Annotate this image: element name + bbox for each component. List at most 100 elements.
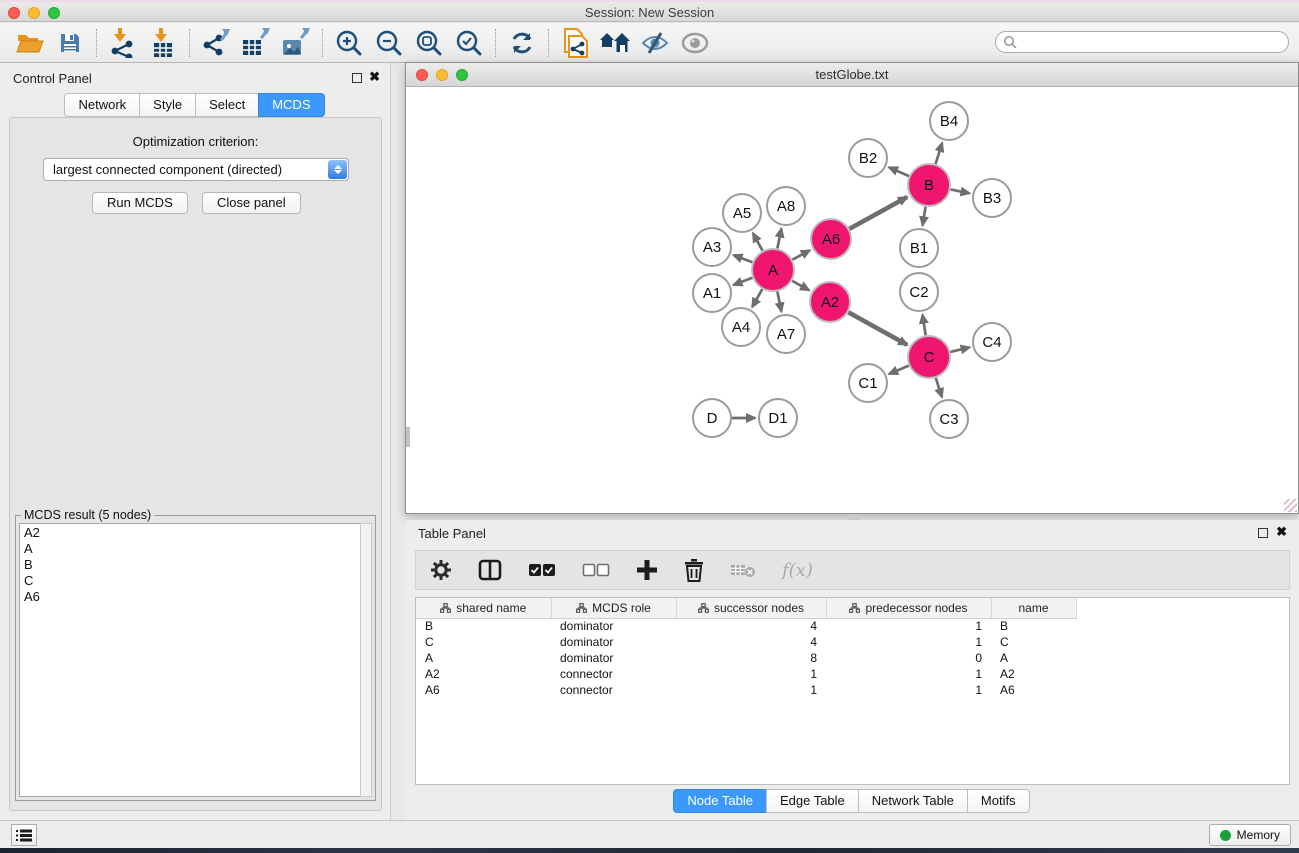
table-cell[interactable]: B	[416, 618, 551, 634]
home-icon[interactable]	[595, 26, 635, 60]
graph-edge-C-C4[interactable]	[950, 347, 969, 352]
graph-edge-A-A3[interactable]	[734, 255, 753, 262]
graph-edge-B-B4[interactable]	[936, 143, 943, 164]
table-row[interactable]: Bdominator41B	[416, 618, 1290, 634]
memory-button[interactable]: Memory	[1209, 824, 1291, 846]
search-input[interactable]	[1017, 35, 1267, 49]
graph-edge-A-A4[interactable]	[752, 289, 762, 307]
graph-edge-A-A6[interactable]	[792, 250, 809, 259]
graph-edge-B-B2[interactable]	[889, 167, 909, 176]
list-item[interactable]: A	[24, 541, 356, 557]
resize-grip-icon[interactable]	[1284, 499, 1297, 512]
list-item[interactable]: A6	[24, 589, 356, 605]
close-panel-button[interactable]: Close panel	[202, 192, 301, 214]
tab-edge-table[interactable]: Edge Table	[766, 789, 859, 813]
table-cell[interactable]: 1	[826, 618, 991, 634]
graph-edge-A2-C[interactable]	[848, 312, 907, 345]
table-cell[interactable]: A2	[991, 666, 1076, 682]
zoom-fit-icon[interactable]	[409, 26, 449, 60]
table-cell[interactable]: 1	[826, 634, 991, 650]
table-cell[interactable]: dominator	[551, 634, 676, 650]
function-builder-icon[interactable]: f(x)	[782, 560, 813, 581]
graph-edge-C-C3[interactable]	[936, 378, 942, 397]
add-column-icon[interactable]	[636, 559, 658, 581]
table-row[interactable]: Cdominator41C	[416, 634, 1290, 650]
network-document-icon[interactable]	[555, 26, 595, 60]
show-eye-icon[interactable]	[675, 26, 715, 60]
column-header-predecessor-nodes[interactable]: predecessor nodes	[826, 598, 991, 618]
table-cell[interactable]: A6	[991, 682, 1076, 698]
tab-network[interactable]: Network	[64, 93, 140, 117]
network-canvas[interactable]: ABCA6A2A1A3A4A5A7A8B1B2B3B4C1C2C3C4DD1	[406, 87, 1298, 513]
table-row[interactable]: Adominator80A	[416, 650, 1290, 666]
table-cell[interactable]: 1	[676, 666, 826, 682]
gear-icon[interactable]	[430, 559, 452, 581]
export-network-icon[interactable]	[196, 26, 236, 60]
tab-style[interactable]: Style	[139, 93, 196, 117]
table-cell[interactable]: B	[991, 618, 1076, 634]
run-mcds-button[interactable]: Run MCDS	[92, 192, 188, 214]
tab-mcds[interactable]: MCDS	[258, 93, 324, 117]
table-cell[interactable]: A2	[416, 666, 551, 682]
list-item[interactable]: C	[24, 573, 356, 589]
zoom-in-icon[interactable]	[329, 26, 369, 60]
column-header-shared-name[interactable]: shared name	[416, 598, 551, 618]
graph-edge-A-A8[interactable]	[777, 229, 781, 249]
task-history-button[interactable]	[11, 824, 37, 846]
tab-select[interactable]: Select	[195, 93, 259, 117]
criterion-dropdown[interactable]: largest connected component (directed)	[43, 158, 349, 181]
graph-edge-C-C1[interactable]	[889, 366, 909, 374]
node-table[interactable]: shared nameMCDS rolesuccessor nodesprede…	[415, 597, 1290, 785]
table-cell[interactable]: A6	[416, 682, 551, 698]
close-table-panel-icon[interactable]: ✖	[1276, 524, 1287, 540]
table-row[interactable]: A2connector11A2	[416, 666, 1290, 682]
result-scrollbar[interactable]	[360, 523, 372, 797]
open-session-icon[interactable]	[10, 26, 50, 60]
export-table-icon[interactable]	[236, 26, 276, 60]
table-cell[interactable]: connector	[551, 682, 676, 698]
zoom-out-icon[interactable]	[369, 26, 409, 60]
delete-table-icon[interactable]	[730, 562, 756, 578]
float-panel-icon[interactable]	[352, 73, 362, 83]
import-network-icon[interactable]	[103, 26, 143, 60]
column-header-mcds-role[interactable]: MCDS role	[551, 598, 676, 618]
graph-edge-A-A5[interactable]	[753, 233, 763, 250]
table-cell[interactable]: dominator	[551, 618, 676, 634]
table-cell[interactable]: A	[416, 650, 551, 666]
graph-edge-A-A1[interactable]	[734, 278, 753, 285]
table-cell[interactable]: 4	[676, 618, 826, 634]
float-table-panel-icon[interactable]	[1258, 528, 1268, 538]
table-cell[interactable]: 8	[676, 650, 826, 666]
column-header-successor-nodes[interactable]: successor nodes	[676, 598, 826, 618]
graph-edge-A-A2[interactable]	[792, 281, 809, 290]
table-cell[interactable]: 0	[826, 650, 991, 666]
canvas-scrollbar-thumb[interactable]	[406, 427, 410, 447]
table-cell[interactable]: 1	[826, 666, 991, 682]
graph-edge-B-B1[interactable]	[923, 207, 926, 226]
import-table-icon[interactable]	[143, 26, 183, 60]
column-header-name[interactable]: name	[991, 598, 1076, 618]
table-cell[interactable]: 1	[826, 682, 991, 698]
network-window-titlebar[interactable]: testGlobe.txt	[406, 63, 1298, 87]
tab-network-table[interactable]: Network Table	[858, 789, 968, 813]
graph-edge-A6-B[interactable]	[849, 197, 907, 229]
delete-column-icon[interactable]	[684, 559, 704, 582]
table-row[interactable]: A6connector11A6	[416, 682, 1290, 698]
table-cell[interactable]: connector	[551, 666, 676, 682]
split-view-icon[interactable]	[478, 559, 502, 581]
select-all-icon[interactable]	[528, 563, 556, 577]
table-cell[interactable]: dominator	[551, 650, 676, 666]
hide-eye-icon[interactable]	[635, 26, 675, 60]
search-box[interactable]	[995, 31, 1289, 53]
table-cell[interactable]: C	[991, 634, 1076, 650]
deselect-all-icon[interactable]	[582, 563, 610, 577]
save-session-icon[interactable]	[50, 26, 90, 60]
table-cell[interactable]: C	[416, 634, 551, 650]
refresh-icon[interactable]	[502, 26, 542, 60]
table-cell[interactable]: A	[991, 650, 1076, 666]
graph-edge-C-C2[interactable]	[922, 315, 925, 336]
list-item[interactable]: B	[24, 557, 356, 573]
list-item[interactable]: A2	[24, 525, 356, 541]
graph-edge-B-B3[interactable]	[951, 189, 970, 193]
tab-motifs[interactable]: Motifs	[967, 789, 1030, 813]
